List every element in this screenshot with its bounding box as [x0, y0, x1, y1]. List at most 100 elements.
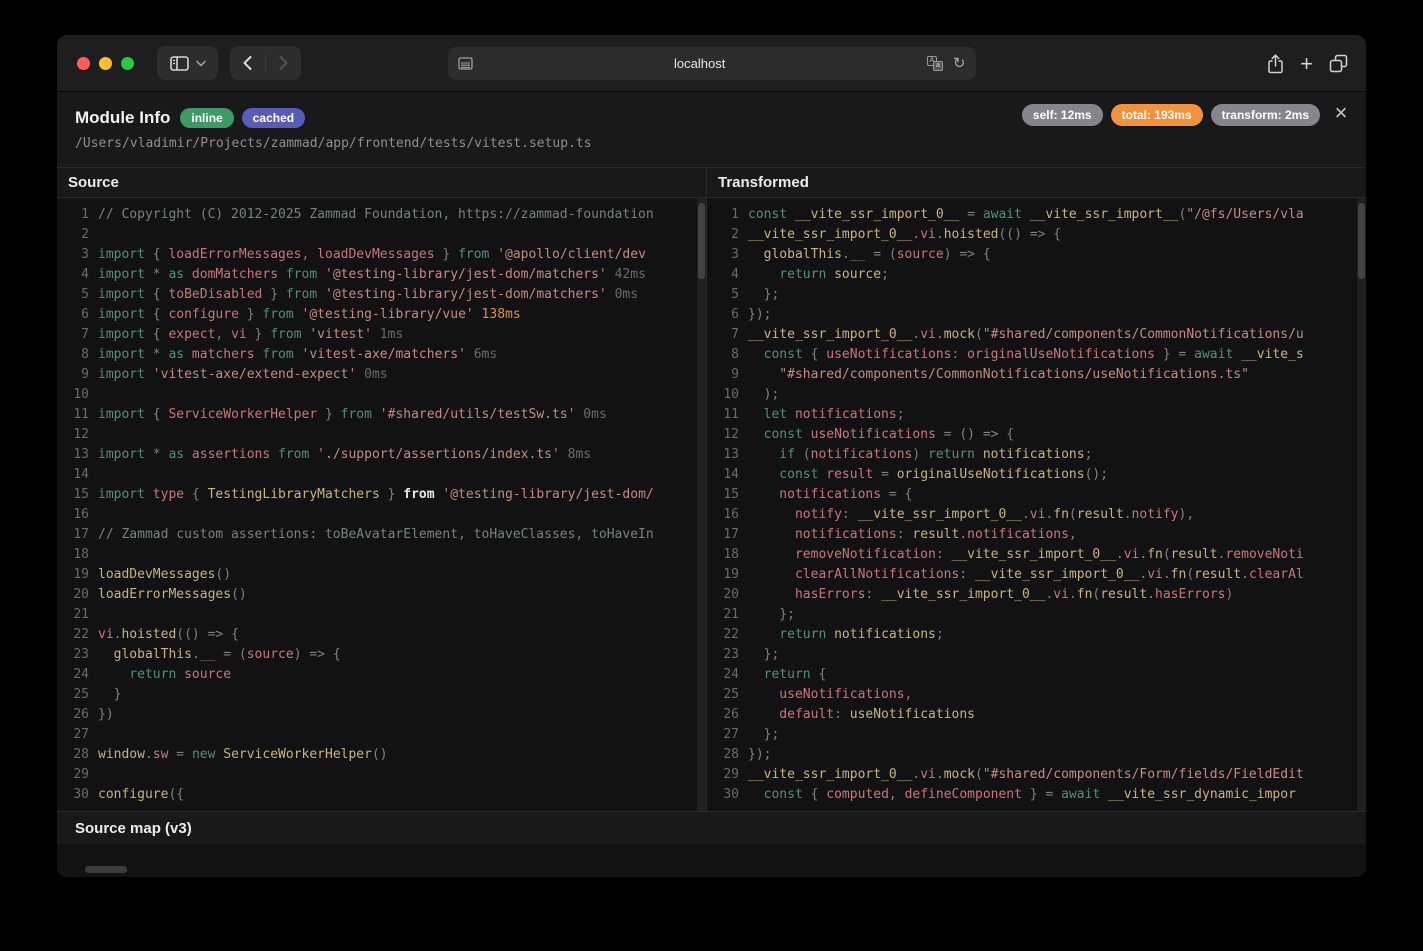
- code-line: 21: [57, 605, 706, 625]
- sourcemap-title: Source map (v3): [75, 820, 192, 837]
- transformed-scrollbar-thumb[interactable]: [1358, 203, 1365, 279]
- code-line: 5 };: [707, 285, 1366, 305]
- forward-button[interactable]: [266, 46, 301, 80]
- code-line: 23 };: [707, 645, 1366, 665]
- line-number: 12: [65, 425, 89, 445]
- transformed-panel-header: Transformed: [707, 168, 1366, 198]
- line-number: 25: [65, 685, 89, 705]
- source-panel: Source 1// Copyright (C) 2012-2025 Zamma…: [57, 168, 707, 811]
- line-number: 4: [65, 265, 89, 285]
- transformed-panel-title: Transformed: [718, 174, 809, 191]
- line-number: 1: [715, 205, 739, 225]
- page-title: Module Info: [75, 108, 170, 128]
- new-tab-button[interactable]: +: [1300, 53, 1313, 75]
- timing-pill: self: 12ms: [1022, 104, 1103, 126]
- code-line: 14 const result = originalUseNotificatio…: [707, 465, 1366, 485]
- line-number: 6: [65, 305, 89, 325]
- module-badge: cached: [242, 108, 305, 128]
- chevron-left-icon: [243, 56, 252, 70]
- minimize-window-button[interactable]: [99, 57, 112, 70]
- code-line: 22 return notifications;: [707, 625, 1366, 645]
- code-line: 6import { configure } from '@testing-lib…: [57, 305, 706, 325]
- line-number: 7: [65, 325, 89, 345]
- line-number: 22: [715, 625, 739, 645]
- code-line: 20 hasErrors: __vite_ssr_import_0__.vi.f…: [707, 585, 1366, 605]
- code-line: 30 const { computed, defineComponent } =…: [707, 785, 1366, 805]
- line-number: 16: [65, 505, 89, 525]
- transformed-panel: Transformed 1const __vite_ssr_import_0__…: [707, 168, 1366, 811]
- code-line: 21 };: [707, 605, 1366, 625]
- module-badges: inlinecached: [180, 108, 305, 128]
- code-line: 13import * as assertions from './support…: [57, 445, 706, 465]
- translate-icon[interactable]: Aa: [927, 56, 944, 71]
- line-number: 28: [715, 745, 739, 765]
- browser-window: localhost Aa ↻ + Module Info: [57, 35, 1366, 877]
- traffic-lights: [77, 57, 134, 70]
- code-line: 15 notifications = {: [707, 485, 1366, 505]
- code-line: 23 globalThis.__ = (source) => {: [57, 645, 706, 665]
- code-line: 5import { toBeDisabled } from '@testing-…: [57, 285, 706, 305]
- line-number: 9: [715, 365, 739, 385]
- code-line: 30configure({: [57, 785, 706, 805]
- line-number: 5: [715, 285, 739, 305]
- close-window-button[interactable]: [77, 57, 90, 70]
- timing-pill: total: 193ms: [1111, 104, 1203, 126]
- line-number: 20: [65, 585, 89, 605]
- line-number: 27: [715, 725, 739, 745]
- code-line: 14: [57, 465, 706, 485]
- share-icon[interactable]: [1267, 54, 1284, 74]
- line-number: 5: [65, 285, 89, 305]
- sourcemap-section: Source map (v3) 1AAMA;AAeA,yBAAG,QAAQ,MA…: [57, 811, 1366, 877]
- code-line: 18 removeNotification: __vite_ssr_import…: [707, 545, 1366, 565]
- code-line: 28window.sw = new ServiceWorkerHelper(): [57, 745, 706, 765]
- module-path: /Users/vladimir/Projects/zammad/app/fron…: [75, 136, 1348, 151]
- source-scrollbar-thumb[interactable]: [698, 203, 705, 279]
- close-button[interactable]: ×: [1330, 102, 1352, 124]
- back-button[interactable]: [230, 46, 265, 80]
- line-number: 23: [715, 645, 739, 665]
- line-number: 11: [715, 405, 739, 425]
- code-line: 27 };: [707, 725, 1366, 745]
- zoom-window-button[interactable]: [121, 57, 134, 70]
- code-line: 2__vite_ssr_import_0__.vi.hoisted(() => …: [707, 225, 1366, 245]
- line-number: 16: [715, 505, 739, 525]
- code-line: 19 clearAllNotifications: __vite_ssr_imp…: [707, 565, 1366, 585]
- code-line: 9 "#shared/components/CommonNotification…: [707, 365, 1366, 385]
- line-number: 17: [65, 525, 89, 545]
- line-number: 21: [715, 605, 739, 625]
- code-line: 3 globalThis.__ = (source) => {: [707, 245, 1366, 265]
- code-line: 11 let notifications;: [707, 405, 1366, 425]
- code-line: 19loadDevMessages(): [57, 565, 706, 585]
- line-number: 11: [65, 405, 89, 425]
- reload-button[interactable]: ↻: [953, 56, 966, 71]
- sidebar-toggle-button[interactable]: [157, 46, 218, 80]
- code-line: 27: [57, 725, 706, 745]
- site-settings-icon[interactable]: [458, 57, 473, 70]
- code-panels: Source 1// Copyright (C) 2012-2025 Zamma…: [57, 168, 1366, 811]
- address-bar[interactable]: localhost Aa ↻: [448, 47, 976, 80]
- chevron-down-icon: [196, 60, 206, 67]
- line-number: 6: [715, 305, 739, 325]
- code-line: 20loadErrorMessages(): [57, 585, 706, 605]
- line-number: 26: [65, 705, 89, 725]
- code-line: 7import { expect, vi } from 'vitest' 1ms: [57, 325, 706, 345]
- line-number: 4: [715, 265, 739, 285]
- sourcemap-hscrollbar-thumb[interactable]: [85, 866, 127, 873]
- line-number: 13: [65, 445, 89, 465]
- line-number: 19: [65, 565, 89, 585]
- line-number: 1: [65, 205, 89, 225]
- tab-overview-icon[interactable]: [1329, 54, 1348, 73]
- line-number: 2: [715, 225, 739, 245]
- line-number: 3: [65, 245, 89, 265]
- code-line: 3import { loadErrorMessages, loadDevMess…: [57, 245, 706, 265]
- line-number: 22: [65, 625, 89, 645]
- code-line: 8import * as matchers from 'vitest-axe/m…: [57, 345, 706, 365]
- line-number: 8: [715, 345, 739, 365]
- transformed-code-area: 1const __vite_ssr_import_0__ = await __v…: [707, 198, 1366, 811]
- code-line: 17 notifications: result.notifications,: [707, 525, 1366, 545]
- sourcemap-line: 1AAMA;AAeA,yBAAG,QAAQ,MAAM;AACf,aAAW,KAA…: [57, 844, 1366, 866]
- line-number: 15: [65, 485, 89, 505]
- line-number: 2: [65, 225, 89, 245]
- code-line: 24 return source: [57, 665, 706, 685]
- line-number: 29: [715, 765, 739, 785]
